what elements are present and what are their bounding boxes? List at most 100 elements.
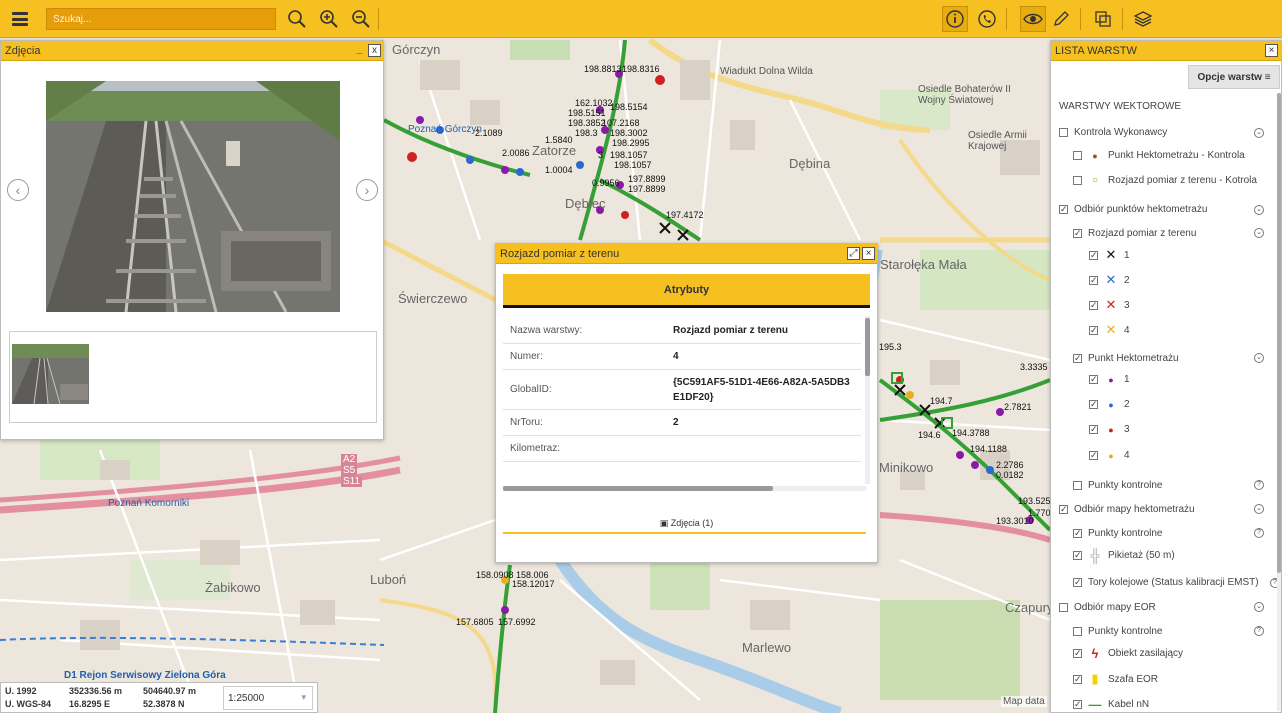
checkbox-checked[interactable]: ✓ (1059, 505, 1068, 514)
attributes-popup-header[interactable]: Rozjazd pomiar z terenu ⤢ × (496, 244, 877, 264)
chevron-down-icon[interactable]: ⌄ (1254, 228, 1264, 238)
chevron-down-icon[interactable]: ⌄ (1254, 128, 1264, 138)
expand-icon[interactable]: ⤢ (847, 247, 860, 260)
layer-item[interactable]: ✓ Tory kolejowe (Status kalibracji EMST) (1073, 577, 1259, 588)
help-icon[interactable]: ? (1254, 480, 1264, 490)
minimize-button[interactable]: _ (353, 44, 366, 57)
close-button[interactable]: x (368, 44, 381, 57)
checkbox-unchecked[interactable] (1073, 627, 1082, 636)
tab-attributes[interactable]: Atrybuty (503, 274, 870, 308)
help-icon[interactable]: ? (1254, 626, 1264, 636)
toolbar-divider (1006, 8, 1007, 30)
close-icon[interactable]: × (1265, 44, 1278, 57)
zoom-in-icon[interactable] (316, 6, 342, 32)
checkbox-checked[interactable]: ✓ (1073, 674, 1082, 684)
photo-thumbnail[interactable] (12, 344, 89, 404)
checkbox-checked[interactable]: ✓ (1089, 425, 1098, 434)
info-icon[interactable] (942, 6, 968, 32)
layer-item[interactable]: Odbiór mapy EOR (1059, 602, 1156, 613)
checkbox-checked[interactable]: ✓ (1089, 451, 1098, 460)
pencil-icon[interactable] (1048, 6, 1074, 32)
layer-item[interactable]: ✓ ● 2 (1089, 399, 1130, 410)
vertical-scrollbar[interactable] (865, 316, 870, 484)
photo-image[interactable] (46, 81, 340, 312)
layer-item[interactable]: ○ Rozjazd pomiar z terenu - Kotrola (1073, 175, 1257, 186)
layer-item[interactable]: ✓ ● 4 (1089, 450, 1130, 461)
point-label: 0.0182 (996, 470, 1024, 480)
zoom-out-icon[interactable] (348, 6, 374, 32)
checkbox-checked[interactable]: ✓ (1073, 229, 1082, 238)
layers-icon[interactable] (1130, 6, 1156, 32)
eye-icon[interactable] (1020, 6, 1046, 32)
copy-icon[interactable] (1090, 6, 1116, 32)
layer-item[interactable]: ✓ Rozjazd pomiar z terenu (1073, 228, 1196, 239)
checkbox-checked[interactable]: ✓ (1059, 205, 1068, 214)
layer-item[interactable]: ✓ ╬ Pikietaż (50 m) (1073, 548, 1175, 563)
checkbox-checked[interactable]: ✓ (1089, 400, 1098, 409)
checkbox-checked[interactable]: ✓ (1089, 300, 1098, 310)
layer-label: 1 (1124, 249, 1130, 261)
layer-label: 1 (1124, 374, 1130, 385)
checkbox-checked[interactable]: ✓ (1073, 700, 1082, 709)
layer-item[interactable]: ✓ ● 1 (1089, 374, 1130, 385)
chevron-down-icon[interactable]: ⌄ (1254, 602, 1264, 612)
photos-panel-header[interactable]: Zdjęcia _ x (1, 41, 383, 61)
checkbox-checked[interactable]: ✓ (1089, 275, 1098, 285)
layer-item[interactable]: ✓ Punkty kontrolne (1073, 528, 1163, 539)
layer-options-button[interactable]: Opcje warstw ≡ (1188, 65, 1280, 89)
checkbox-unchecked[interactable] (1059, 128, 1068, 137)
horizontal-scrollbar[interactable] (503, 486, 866, 491)
layer-item[interactable]: ✓ ✕ 3 (1089, 297, 1130, 313)
chevron-down-icon[interactable]: ⌄ (1254, 504, 1264, 514)
search-icon[interactable] (284, 6, 310, 32)
help-icon[interactable]: ? (1254, 528, 1264, 538)
checkbox-checked[interactable]: ✓ (1073, 354, 1082, 363)
checkbox-checked[interactable]: ✓ (1089, 250, 1098, 260)
layer-item[interactable]: Kontrola Wykonawcy (1059, 127, 1167, 138)
menu-icon[interactable] (6, 7, 34, 31)
layer-item[interactable]: ✓ ● 3 (1089, 424, 1130, 435)
attribute-key: Nazwa warstwy: (510, 325, 583, 336)
checkbox-checked[interactable]: ✓ (1073, 649, 1082, 658)
layer-item[interactable]: ✓ Odbiór mapy hektometrażu (1059, 504, 1195, 515)
checkbox-unchecked[interactable] (1073, 176, 1082, 185)
layer-item[interactable]: ✓ Punkt Hektometrażu (1073, 353, 1179, 364)
layer-item[interactable]: ✓ ✕ 2 (1089, 272, 1130, 288)
checkbox-unchecked[interactable] (1059, 603, 1068, 612)
checkbox-checked[interactable]: ✓ (1073, 529, 1082, 538)
layer-item[interactable]: Punkty kontrolne (1073, 626, 1163, 637)
checkbox-checked[interactable]: ✓ (1089, 325, 1098, 335)
layer-item[interactable]: ✓ ✕ 4 (1089, 322, 1130, 338)
layer-item[interactable]: ✓ ✕ 1 (1089, 247, 1130, 263)
checkbox-checked[interactable]: ✓ (1073, 578, 1082, 587)
checkbox-checked[interactable]: ✓ (1073, 551, 1082, 560)
layer-item[interactable]: ● Punkt Hektometrażu - Kontrola (1073, 150, 1245, 161)
map-attribution[interactable]: Map data (1001, 696, 1047, 707)
attribute-value: 4 (673, 351, 679, 362)
chevron-down-icon[interactable]: ⌄ (1254, 353, 1264, 363)
phone-icon[interactable] (974, 6, 1000, 32)
layer-label: Tory kolejowe (Status kalibracji EMST) (1088, 577, 1259, 588)
layer-item[interactable]: Punkty kontrolne (1073, 480, 1163, 491)
attribute-key: Numer: (510, 351, 543, 362)
close-icon[interactable]: × (862, 247, 875, 260)
scale-select[interactable]: 1:25000 ▾ (223, 686, 313, 710)
point-label: 195.3 (879, 342, 902, 352)
next-photo-icon[interactable]: › (356, 179, 378, 201)
checkbox-unchecked[interactable] (1073, 481, 1082, 490)
layer-item[interactable]: ✓ — Kabel nN (1073, 697, 1149, 712)
coord-y: 504640.97 m (143, 686, 197, 696)
checkbox-checked[interactable]: ✓ (1089, 375, 1098, 384)
layer-item[interactable]: ✓ Odbiór punktów hektometrażu (1059, 204, 1207, 215)
checkbox-unchecked[interactable] (1073, 151, 1082, 160)
photos-link[interactable]: ▣ Zdjęcia (1) (496, 518, 877, 529)
chevron-down-icon[interactable]: ⌄ (1254, 205, 1264, 215)
map-label: Starołęka Mała (880, 257, 967, 272)
layer-item[interactable]: ✓ ϟ Obiekt zasilający (1073, 646, 1183, 661)
vertical-scrollbar[interactable] (1277, 93, 1281, 711)
previous-photo-icon[interactable]: ‹ (7, 179, 29, 201)
layers-panel-header[interactable]: LISTA WARSTW × (1051, 41, 1281, 61)
search-input[interactable] (46, 8, 276, 30)
toolbar-divider (1080, 8, 1081, 30)
layer-item[interactable]: ✓ ▮ Szafa EOR (1073, 671, 1158, 687)
